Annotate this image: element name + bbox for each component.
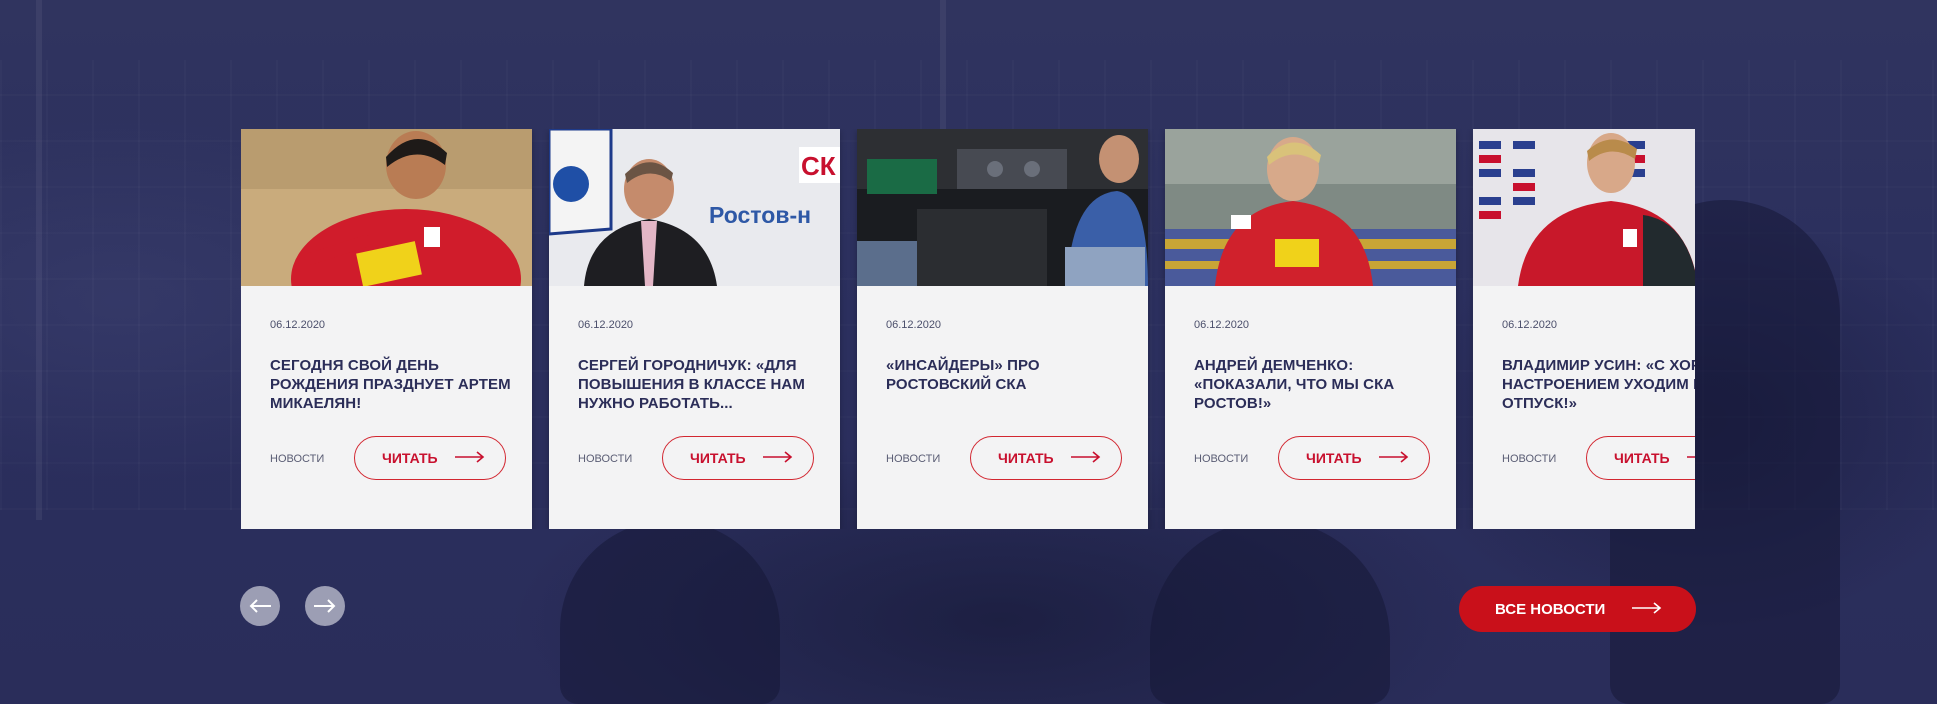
news-title[interactable]: ВЛАДИМИР УСИН: «С ХОРОШИМ НАСТРОЕНИЕМ УХ… <box>1502 356 1695 413</box>
slider-next-button[interactable] <box>305 586 345 626</box>
read-button[interactable]: ЧИТАТЬ <box>354 436 506 480</box>
news-category[interactable]: НОВОСТИ <box>1502 453 1556 465</box>
news-image-coach[interactable]: СК Ростов-н <box>549 129 840 286</box>
read-button[interactable]: ЧИТАТЬ <box>970 436 1122 480</box>
news-date: 06.12.2020 <box>578 319 634 331</box>
all-news-label: ВСЕ НОВОСТИ <box>1495 600 1606 618</box>
news-date: 06.12.2020 <box>1194 319 1250 331</box>
arrow-right-icon <box>1632 602 1662 614</box>
news-title[interactable]: СЕГОДНЯ СВОЙ ДЕНЬ РОЖДЕНИЯ ПРАЗДНУЕТ АРТ… <box>270 356 520 413</box>
news-category[interactable]: НОВОСТИ <box>578 453 632 465</box>
news-title[interactable]: «ИНСАЙДЕРЫ» ПРО РОСТОВСКИЙ СКА <box>886 356 1136 394</box>
arrow-left-icon <box>249 599 271 613</box>
news-card[interactable]: 06.12.2020 «ИНСАЙДЕРЫ» ПРО РОСТОВСКИЙ СК… <box>857 129 1148 529</box>
news-date: 06.12.2020 <box>1502 319 1558 331</box>
arrow-right-icon <box>1379 451 1409 463</box>
news-card[interactable]: 06.12.2020 СЕГОДНЯ СВОЙ ДЕНЬ РОЖДЕНИЯ ПР… <box>241 129 532 529</box>
news-title[interactable]: СЕРГЕЙ ГОРОДНИЧУК: «ДЛЯ ПОВЫШЕНИЯ В КЛАС… <box>578 356 828 413</box>
arrow-right-icon <box>314 599 336 613</box>
news-title[interactable]: АНДРЕЙ ДЕМЧЕНКО: «ПОКАЗАЛИ, ЧТО МЫ СКА Р… <box>1194 356 1444 413</box>
arrow-right-icon <box>763 451 793 463</box>
svg-text:СК: СК <box>801 151 836 181</box>
news-image-player-stadium[interactable] <box>1165 129 1456 286</box>
read-button[interactable]: ЧИТАТЬ <box>1278 436 1430 480</box>
slider-prev-button[interactable] <box>240 586 280 626</box>
news-track: 06.12.2020 СЕГОДНЯ СВОЙ ДЕНЬ РОЖДЕНИЯ ПР… <box>241 129 1695 529</box>
news-date: 06.12.2020 <box>886 319 942 331</box>
image-caption-text: Ростов-н <box>709 202 811 228</box>
read-button[interactable]: ЧИТАТЬ <box>1586 436 1695 480</box>
arrow-right-icon <box>1071 451 1101 463</box>
background-goal-post <box>36 0 42 520</box>
read-button-label: ЧИТАТЬ <box>998 450 1054 466</box>
news-image-studio[interactable] <box>857 129 1148 286</box>
read-button-label: ЧИТАТЬ <box>382 450 438 466</box>
news-image-player-red[interactable] <box>241 129 532 286</box>
news-card[interactable]: 06.12.2020 АНДРЕЙ ДЕМЧЕНКО: «ПОКАЗАЛИ, Ч… <box>1165 129 1456 529</box>
news-card[interactable]: 06.12.2020 ВЛАДИМИР УСИН: «С ХОРОШИМ НАС… <box>1473 129 1695 529</box>
arrow-right-icon <box>1687 456 1695 458</box>
news-image-press[interactable] <box>1473 129 1695 286</box>
read-button[interactable]: ЧИТАТЬ <box>662 436 814 480</box>
news-date: 06.12.2020 <box>270 319 326 331</box>
news-card[interactable]: СК Ростов-н 06.12.2020 СЕРГЕЙ ГОРОДНИЧУК… <box>549 129 840 529</box>
read-button-label: ЧИТАТЬ <box>1614 450 1670 466</box>
news-slider: 06.12.2020 СЕГОДНЯ СВОЙ ДЕНЬ РОЖДЕНИЯ ПР… <box>241 129 1695 529</box>
read-button-label: ЧИТАТЬ <box>1306 450 1362 466</box>
news-category[interactable]: НОВОСТИ <box>270 453 324 465</box>
background-goal-post <box>940 0 946 130</box>
all-news-button[interactable]: ВСЕ НОВОСТИ <box>1459 586 1696 632</box>
news-category[interactable]: НОВОСТИ <box>1194 453 1248 465</box>
news-category[interactable]: НОВОСТИ <box>886 453 940 465</box>
read-button-label: ЧИТАТЬ <box>690 450 746 466</box>
arrow-right-icon <box>455 451 485 463</box>
